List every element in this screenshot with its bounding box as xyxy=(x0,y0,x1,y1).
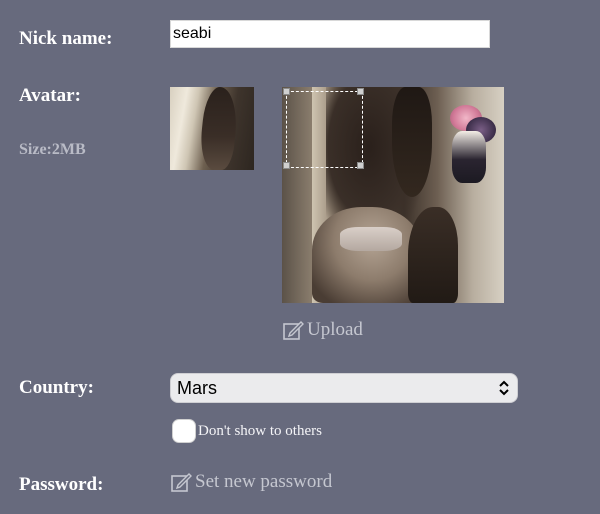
hide-country-option[interactable]: Don't show to others xyxy=(172,419,322,443)
edit-square-icon xyxy=(171,473,192,492)
crop-selection-box[interactable] xyxy=(286,91,363,168)
crop-handle-bottom-right[interactable] xyxy=(357,162,364,169)
upload-button[interactable]: Upload xyxy=(282,319,363,341)
set-new-password-label: Set new password xyxy=(195,471,333,492)
upload-label: Upload xyxy=(307,319,363,340)
crop-handle-top-left[interactable] xyxy=(283,88,290,95)
crop-handle-bottom-left[interactable] xyxy=(283,162,290,169)
chevron-updown-icon xyxy=(499,380,509,396)
avatar-size-limit: Size:2MB xyxy=(19,141,86,158)
nick-name-label: Nick name: xyxy=(19,28,113,49)
avatar-preview xyxy=(170,87,254,170)
country-label: Country: xyxy=(19,377,94,398)
password-label: Password: xyxy=(19,474,104,495)
country-selected-value: Mars xyxy=(177,377,217,398)
avatar-label: Avatar: xyxy=(19,85,81,106)
hide-country-checkbox[interactable] xyxy=(172,419,196,443)
country-select[interactable]: Mars xyxy=(170,373,518,403)
set-new-password-button[interactable]: Set new password xyxy=(170,471,332,493)
edit-square-icon xyxy=(283,321,304,340)
hide-country-label: Don't show to others xyxy=(198,422,322,439)
nick-name-input[interactable] xyxy=(170,20,490,48)
crop-handle-top-right[interactable] xyxy=(357,88,364,95)
